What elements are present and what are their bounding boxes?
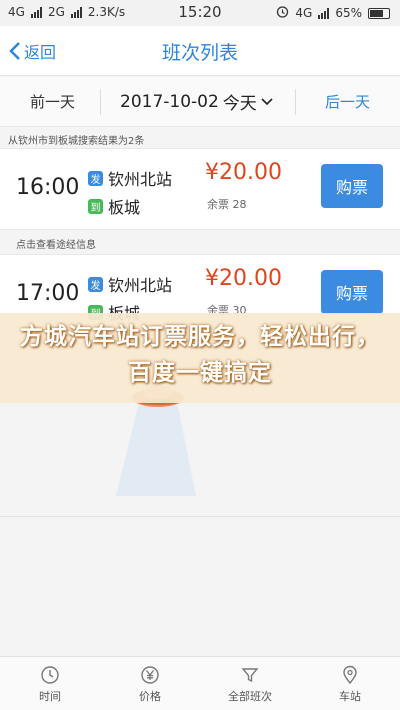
- tab-label: 全部班次: [228, 690, 272, 703]
- from-station-name: 钦州北站: [108, 170, 173, 189]
- departure-time: 17:00: [16, 281, 80, 306]
- route-info-hint[interactable]: 点击查看途经信息: [16, 236, 96, 251]
- battery-icon: [368, 7, 390, 19]
- tab-price[interactable]: 价格: [100, 657, 200, 710]
- alarm-icon: [276, 5, 289, 21]
- battery-level: 65%: [335, 6, 362, 20]
- yen-icon: [141, 666, 159, 684]
- tab-time[interactable]: 时间: [0, 657, 100, 710]
- signal-icon: [318, 7, 330, 19]
- ticket-price: ¥20.00: [205, 266, 282, 291]
- day-label: 今天: [222, 94, 257, 114]
- content-divider: [0, 516, 400, 517]
- departure-time: 16:00: [16, 175, 80, 200]
- ticket-price: ¥20.00: [205, 160, 282, 185]
- page-title: 班次列表: [161, 42, 238, 64]
- network-type-3: 4G: [295, 6, 313, 20]
- from-station: 发 钦州北站: [88, 166, 172, 190]
- divider: [295, 89, 296, 115]
- to-station: 到 板城: [88, 194, 140, 218]
- seats-left: 余票 28: [207, 198, 247, 211]
- date-value: 2017-10-02: [120, 91, 219, 112]
- location-icon: [343, 665, 357, 685]
- buy-button[interactable]: 购票: [321, 270, 383, 314]
- tab-label: 价格: [139, 690, 161, 703]
- depart-tag: 发: [88, 170, 103, 186]
- clock-icon: [41, 666, 59, 684]
- tab-all-trips[interactable]: 全部班次: [200, 657, 300, 710]
- next-day-button[interactable]: 后一天: [325, 91, 370, 112]
- nav-bar: 返回 班次列表: [0, 26, 400, 76]
- prev-day-button[interactable]: 前一天: [30, 91, 75, 112]
- promo-banner: 方城汽车站订票服务，轻松出行，百度一键搞定: [0, 313, 400, 403]
- tab-label: 车站: [339, 690, 361, 703]
- ticket-row[interactable]: 16:00 发 钦州北站 到 板城 ¥20.00 余票 28 购票: [0, 148, 400, 230]
- depart-tag: 发: [88, 276, 103, 292]
- banner-text: 方城汽车站订票服务，轻松出行，百度一键搞定: [20, 324, 380, 386]
- chevron-down-icon: [261, 97, 273, 105]
- arrive-tag: 到: [88, 198, 103, 214]
- to-station-name: 板城: [108, 198, 141, 217]
- result-summary: 从钦州市到板城搜索结果为2条: [8, 136, 145, 147]
- tab-bar: 时间 价格 全部班次 车站: [0, 656, 400, 710]
- filter-icon: [241, 668, 259, 683]
- buy-button[interactable]: 购票: [321, 164, 383, 208]
- tab-label: 时间: [39, 690, 61, 703]
- date-selector[interactable]: 2017-10-02 今天: [120, 89, 273, 114]
- divider: [100, 89, 101, 115]
- date-bar: 前一天 2017-10-02 今天 后一天: [0, 77, 400, 127]
- from-station-name: 钦州北站: [108, 276, 173, 295]
- from-station: 发 钦州北站: [88, 272, 172, 296]
- tab-station[interactable]: 车站: [300, 657, 400, 710]
- status-right: 4G 65%: [276, 5, 390, 21]
- status-bar: 4G 2G 2.3K/s 15:20 4G 65%: [0, 0, 400, 26]
